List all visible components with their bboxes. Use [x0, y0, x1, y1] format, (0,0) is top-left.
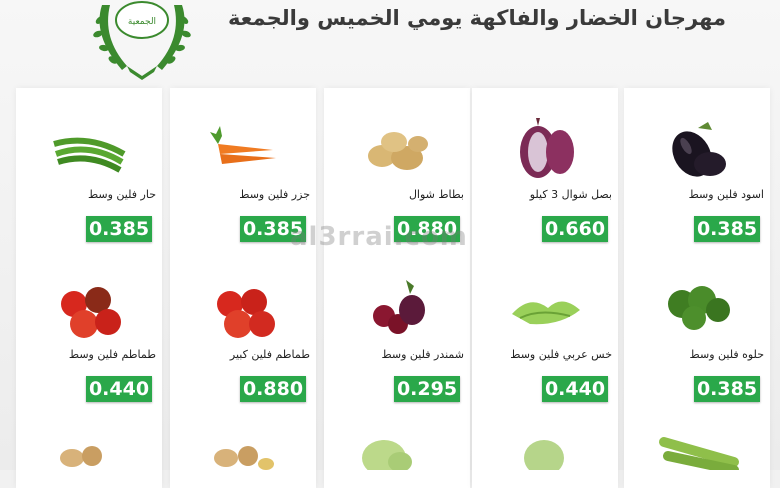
product-name: بصل شوال 3 كيلو: [529, 188, 612, 201]
price-tag: 0.440: [542, 376, 608, 402]
product-name: حار فلين وسط: [87, 188, 156, 201]
potato-icon: [368, 132, 428, 170]
price-tag: 0.880: [240, 376, 306, 402]
product-card[interactable]: اسود فلين وسط 0.385: [624, 96, 770, 256]
price-tag: 0.440: [86, 376, 152, 402]
price-tag: 0.385: [694, 216, 760, 242]
watermark: al3rrai.com: [290, 222, 468, 252]
product-card[interactable]: طماطم فلين كبير 0.880: [170, 256, 316, 416]
price-tag: 0.385: [86, 216, 152, 242]
green-chili-icon: [53, 137, 126, 173]
beetroot-icon: [373, 280, 425, 334]
eggplant-icon: [672, 122, 726, 177]
price-flyer: الجمعية مهرجان الخضار والفاكهة يومي الخم…: [0, 0, 780, 488]
product-card[interactable]: شمندر فلين وسط 0.295: [324, 256, 470, 416]
price-tag: 0.295: [394, 376, 460, 402]
product-card[interactable]: طماطم فلين وسط 0.440: [16, 256, 162, 416]
logo-text: الجمعية: [128, 17, 156, 27]
product-name: طماطم فلين وسط: [68, 348, 156, 361]
broccoli-icon: [668, 286, 730, 330]
red-onion-icon: [520, 118, 574, 178]
product-name: بطاط شوال: [408, 188, 464, 201]
product-name: خس عربي فلين وسط: [510, 348, 612, 361]
price-tag: 0.660: [542, 216, 608, 242]
product-name: حلوه فلين وسط: [689, 348, 764, 361]
product-name: طماطم فلين كبير: [229, 348, 310, 361]
page-title: مهرجان الخضار والفاكهة يومي الخميس والجم…: [227, 6, 726, 30]
cabbage-icon: [362, 440, 412, 470]
tomato-icon: [217, 289, 275, 338]
product-card[interactable]: حلوه فلين وسط 0.385: [624, 256, 770, 416]
product-name: جزر فلين وسط: [239, 188, 310, 201]
carrot-icon: [210, 126, 276, 164]
ginger-icon: [214, 446, 274, 470]
product-card[interactable]: بصل شوال 3 كيلو 0.660: [472, 96, 618, 256]
cabbage-icon: [524, 440, 564, 470]
ginger-icon: [60, 446, 102, 467]
product-name: شمندر فلين وسط: [381, 348, 464, 361]
price-tag: 0.385: [694, 376, 760, 402]
product-card[interactable]: حار فلين وسط 0.385: [16, 96, 162, 256]
logo-emblem: الجمعية: [93, 1, 191, 80]
product-card[interactable]: خس عربي فلين وسط 0.440: [472, 256, 618, 416]
lettuce-icon: [512, 301, 580, 325]
product-name: اسود فلين وسط: [688, 188, 764, 201]
tomato-icon: [61, 287, 121, 338]
zucchini-icon: [659, 437, 739, 470]
